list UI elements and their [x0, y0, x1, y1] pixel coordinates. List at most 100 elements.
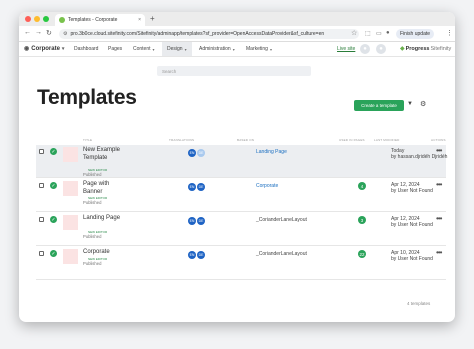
modified-by: by User Not Found: [391, 256, 433, 262]
forward-icon[interactable]: →: [35, 29, 42, 36]
status-text: Published: [83, 172, 102, 177]
used-in-pages-count[interactable]: 22: [358, 250, 366, 258]
template-title-link[interactable]: Page with Banner: [83, 181, 123, 196]
back-icon[interactable]: ←: [24, 29, 31, 36]
favicon-icon: [59, 17, 65, 23]
tab-close-icon[interactable]: ×: [138, 17, 141, 23]
logo-brand: Progress: [405, 45, 430, 52]
nav-label: Content: [133, 46, 151, 52]
table-row[interactable]: ✓ Corporate NEW EDITOR Published EN DE _…: [36, 247, 446, 280]
template-thumbnail: [63, 249, 78, 264]
nav-label: Marketing: [246, 46, 268, 52]
notifications-icon[interactable]: ●: [376, 44, 386, 54]
based-on-link[interactable]: Corporate: [256, 183, 278, 189]
chevron-down-icon: ▾: [269, 46, 272, 52]
translation-badge[interactable]: DE: [197, 251, 205, 259]
app-header: ◉ Corporate ▾ Dashboard Pages Content ▾ …: [19, 42, 455, 57]
template-thumbnail: [63, 147, 78, 162]
column-header-used-in: USED IN PAGES: [339, 138, 365, 142]
more-actions-icon[interactable]: •••: [436, 180, 442, 189]
status-text: Published: [83, 261, 102, 266]
nav-label: Administration: [199, 46, 231, 52]
table-row[interactable]: ✓ Page with Banner NEW EDITOR Published …: [36, 179, 446, 212]
published-check-icon: ✓: [50, 250, 57, 257]
nav-pages[interactable]: Pages: [103, 42, 127, 56]
minimize-window-button[interactable]: [34, 16, 40, 22]
table-row[interactable]: ✓ Landing Page NEW EDITOR Published EN D…: [36, 213, 446, 246]
translation-badge[interactable]: EN: [188, 217, 196, 225]
nav-label: Dashboard: [74, 46, 99, 52]
more-actions-icon[interactable]: •••: [436, 214, 442, 223]
more-actions-icon[interactable]: •••: [436, 146, 442, 155]
translation-badge[interactable]: DE: [197, 149, 205, 157]
new-tab-button[interactable]: +: [150, 14, 155, 23]
nav-content[interactable]: Content ▾: [128, 42, 160, 56]
column-header-last-modified: LAST MODIFIED: [374, 138, 400, 142]
url-text: pro.3b0ce.cloud.sitefinity.com/Sitefinit…: [70, 31, 325, 37]
modified-by: by User Not Found: [391, 188, 433, 194]
based-on-text: _CorianderLaneLayout: [256, 251, 307, 257]
extensions-icon[interactable]: ⬚: [365, 30, 371, 37]
nav-dashboard[interactable]: Dashboard: [69, 42, 103, 56]
translation-badge[interactable]: EN: [188, 149, 196, 157]
column-header-title: TITLE: [83, 138, 93, 142]
url-field[interactable]: ⚙ pro.3b0ce.cloud.sitefinity.com/Sitefin…: [59, 29, 359, 39]
template-title-link[interactable]: Landing Page: [83, 215, 123, 223]
used-in-pages-count[interactable]: 3: [358, 216, 366, 224]
more-actions-icon[interactable]: •••: [436, 248, 442, 257]
nav-label: Design: [167, 46, 183, 52]
site-info-icon[interactable]: ⚙: [63, 31, 67, 37]
status-text: Published: [83, 200, 102, 205]
nav-administration[interactable]: Administration ▾: [194, 42, 240, 56]
browser-window: Templates - Corporate × + ← → ↻ ⚙ pro.3b…: [19, 12, 455, 322]
chevron-down-icon: ▾: [152, 46, 155, 52]
site-name: Corporate: [31, 45, 60, 52]
published-check-icon: ✓: [50, 148, 57, 155]
based-on-link[interactable]: Landing Page: [256, 149, 287, 155]
sidebar-icon[interactable]: ▭: [376, 30, 382, 37]
chevron-down-icon: ▾: [61, 45, 65, 52]
logo-product: Sitefinity: [430, 45, 452, 52]
maximize-window-button[interactable]: [43, 16, 49, 22]
modified-by: by User Not Found: [391, 222, 433, 228]
template-thumbnail: [63, 181, 78, 196]
globe-icon: ◉: [24, 46, 30, 52]
row-checkbox[interactable]: [39, 217, 44, 222]
nav-design[interactable]: Design ▾: [162, 42, 192, 56]
template-title-link[interactable]: New Example Template: [83, 147, 123, 162]
row-checkbox[interactable]: [39, 149, 44, 154]
row-checkbox[interactable]: [39, 251, 44, 256]
chevron-down-icon: ▾: [184, 46, 187, 52]
filter-icon[interactable]: ▼: [407, 101, 413, 107]
template-title-link[interactable]: Corporate: [83, 249, 123, 257]
row-checkbox[interactable]: [39, 183, 44, 188]
user-avatar-icon[interactable]: ●: [360, 44, 370, 54]
browser-menu-icon[interactable]: ⋮: [446, 29, 453, 37]
column-header-actions: ACTIONS: [431, 138, 446, 142]
based-on-text: _CorianderLaneLayout: [256, 217, 307, 223]
site-selector[interactable]: ◉ Corporate ▾: [24, 45, 65, 53]
status-text: Published: [83, 234, 102, 239]
translation-badge[interactable]: EN: [188, 183, 196, 191]
finish-update-button[interactable]: Finish update: [396, 29, 435, 39]
column-header-based-on: BASED ON: [237, 138, 255, 142]
tab-bar: Templates - Corporate × +: [19, 12, 455, 26]
translation-badge[interactable]: DE: [197, 183, 205, 191]
translation-badge[interactable]: EN: [188, 251, 196, 259]
reload-icon[interactable]: ↻: [46, 29, 52, 37]
used-in-pages-count[interactable]: 4: [358, 182, 366, 190]
translation-badge[interactable]: DE: [197, 217, 205, 225]
published-check-icon: ✓: [50, 216, 57, 223]
profile-icon[interactable]: ●: [386, 30, 390, 36]
templates-count: 4 templates: [407, 301, 431, 306]
gear-icon[interactable]: ⚙: [420, 100, 426, 108]
close-window-button[interactable]: [25, 16, 31, 22]
live-site-link[interactable]: Live site: [337, 46, 355, 52]
bookmark-star-icon[interactable]: ☆: [351, 29, 357, 37]
nav-marketing[interactable]: Marketing ▾: [241, 42, 277, 56]
create-template-button[interactable]: Create a template: [354, 100, 404, 111]
browser-tab[interactable]: Templates - Corporate ×: [55, 14, 145, 26]
column-header-translations: TRANSLATIONS: [169, 138, 195, 142]
table-row[interactable]: ✓ New Example Template NEW EDITOR Publis…: [36, 145, 447, 178]
search-input[interactable]: Search: [157, 66, 311, 76]
